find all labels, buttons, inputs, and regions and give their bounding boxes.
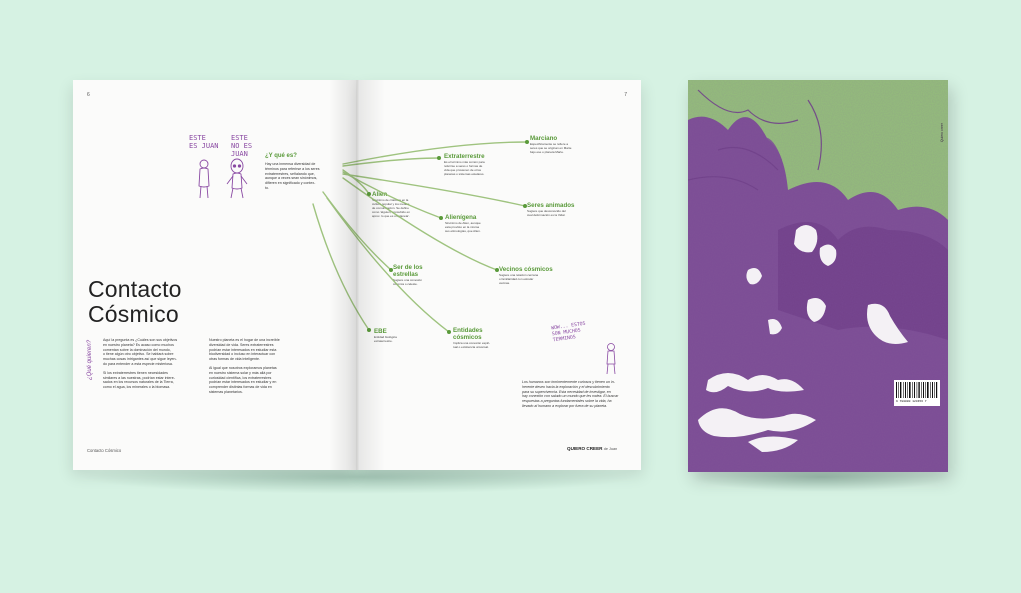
barcode-number: 9 780000 123456 7 (896, 400, 927, 403)
cover-barcode: 9 780000 123456 7 (894, 380, 940, 406)
back-cover: Quiero creer 9 780000 123456 7 (688, 80, 948, 472)
cover-artwork (688, 80, 948, 472)
cover-spine-text: Quiero creer (940, 123, 944, 142)
spread-gutter (329, 80, 385, 470)
barcode-icon (896, 382, 938, 398)
magazine-spread: 6 ESTE ES JUAN ESTE NO ES JUAN ¿Y qué es? (73, 80, 641, 472)
